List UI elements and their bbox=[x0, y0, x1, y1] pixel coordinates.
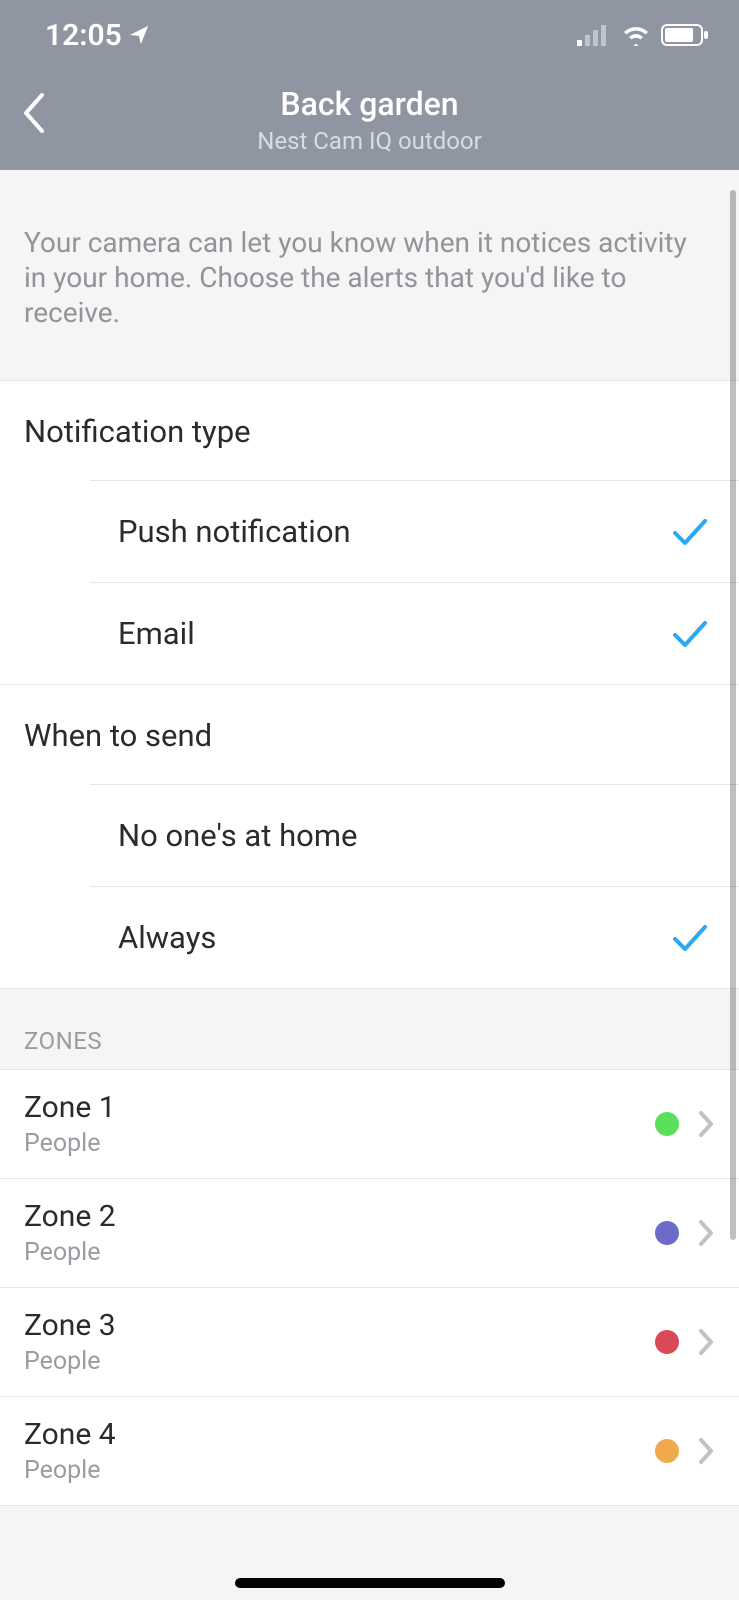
content-scroll[interactable]: Your camera can let you know when it not… bbox=[0, 170, 739, 1600]
chevron-right-icon bbox=[697, 1436, 715, 1466]
check-icon bbox=[671, 517, 709, 547]
zone-text: Zone 1 People bbox=[24, 1090, 655, 1158]
chevron-right-icon bbox=[697, 1109, 715, 1139]
zone-sub: People bbox=[24, 1347, 655, 1376]
option-always[interactable]: Always bbox=[90, 886, 739, 988]
chevron-right-icon bbox=[697, 1218, 715, 1248]
zone-row-1[interactable]: Zone 1 People bbox=[0, 1069, 739, 1178]
option-label: Always bbox=[118, 919, 216, 956]
zones-header: ZONES bbox=[0, 989, 739, 1069]
intro-text: Your camera can let you know when it not… bbox=[0, 170, 739, 380]
chevron-right-icon bbox=[697, 1327, 715, 1357]
zone-name: Zone 1 bbox=[24, 1090, 655, 1125]
cellular-icon bbox=[577, 24, 611, 46]
option-email[interactable]: Email bbox=[90, 582, 739, 684]
option-label: No one's at home bbox=[118, 817, 357, 854]
option-no-one-home[interactable]: No one's at home bbox=[90, 784, 739, 886]
check-icon bbox=[671, 619, 709, 649]
zone-color-dot bbox=[655, 1439, 679, 1463]
section-title-when-to-send: When to send bbox=[0, 685, 739, 784]
section-notification-type: Notification type Push notification Emai… bbox=[0, 380, 739, 685]
zone-color-dot bbox=[655, 1112, 679, 1136]
zone-color-dot bbox=[655, 1221, 679, 1245]
zone-name: Zone 3 bbox=[24, 1308, 655, 1343]
status-time: 12:05 bbox=[45, 18, 122, 53]
chevron-left-icon bbox=[20, 91, 46, 135]
zone-text: Zone 2 People bbox=[24, 1199, 655, 1267]
zone-color-dot bbox=[655, 1330, 679, 1354]
nav-header: Back garden Nest Cam IQ outdoor bbox=[0, 70, 739, 170]
wifi-icon bbox=[621, 24, 651, 46]
section-when-to-send: When to send No one's at home Always bbox=[0, 685, 739, 989]
zone-sub: People bbox=[24, 1456, 655, 1485]
status-bar: 12:05 bbox=[0, 0, 739, 70]
zone-row-2[interactable]: Zone 2 People bbox=[0, 1178, 739, 1287]
option-label: Email bbox=[118, 615, 195, 652]
page-subtitle: Nest Cam IQ outdoor bbox=[20, 127, 719, 155]
location-icon bbox=[128, 24, 150, 46]
scroll-indicator[interactable] bbox=[730, 190, 736, 1240]
status-indicators bbox=[577, 24, 709, 46]
zone-name: Zone 4 bbox=[24, 1417, 655, 1452]
check-icon bbox=[671, 923, 709, 953]
zone-row-4[interactable]: Zone 4 People bbox=[0, 1396, 739, 1506]
zone-name: Zone 2 bbox=[24, 1199, 655, 1234]
zone-row-3[interactable]: Zone 3 People bbox=[0, 1287, 739, 1396]
zone-text: Zone 4 People bbox=[24, 1417, 655, 1485]
zone-sub: People bbox=[24, 1238, 655, 1267]
option-label: Push notification bbox=[118, 513, 351, 550]
page-title: Back garden bbox=[20, 85, 719, 123]
nav-titles: Back garden Nest Cam IQ outdoor bbox=[20, 85, 719, 155]
back-button[interactable] bbox=[20, 91, 46, 139]
section-title-notification-type: Notification type bbox=[0, 381, 739, 480]
option-push-notification[interactable]: Push notification bbox=[90, 480, 739, 582]
zone-text: Zone 3 People bbox=[24, 1308, 655, 1376]
home-indicator[interactable] bbox=[235, 1578, 505, 1588]
battery-icon bbox=[661, 24, 709, 46]
zone-sub: People bbox=[24, 1129, 655, 1158]
status-time-group: 12:05 bbox=[45, 18, 150, 53]
